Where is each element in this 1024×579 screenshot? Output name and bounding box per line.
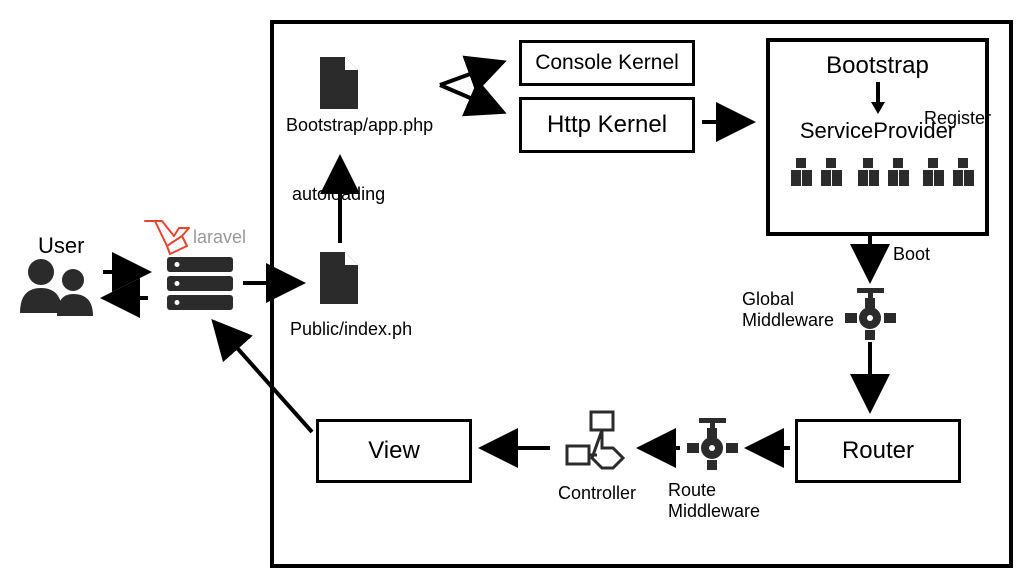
arrows-layer — [0, 0, 1024, 579]
